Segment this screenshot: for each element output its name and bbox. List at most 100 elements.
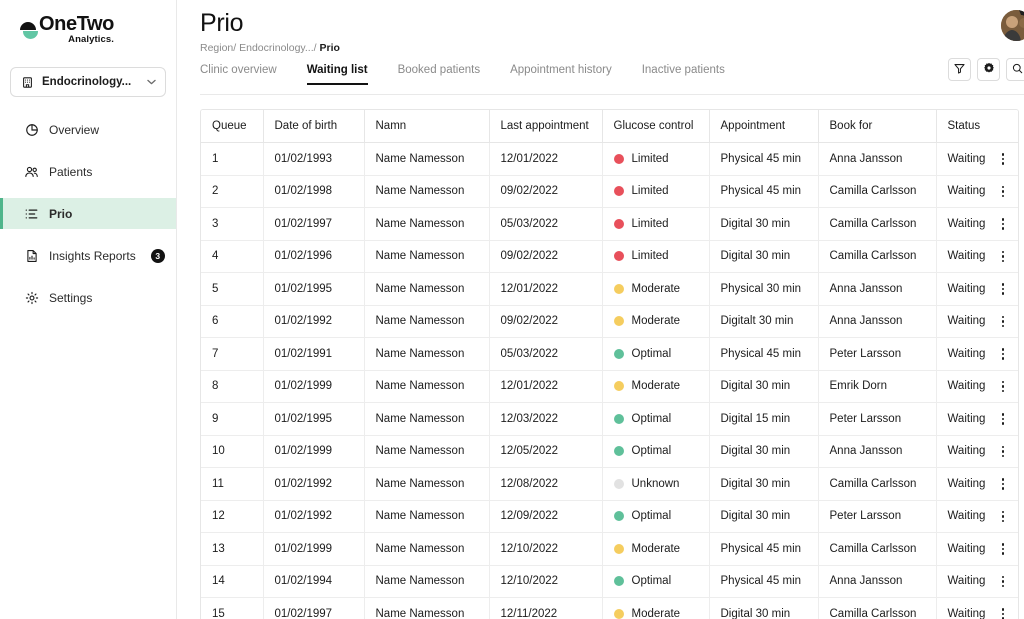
glucose-status-dot	[614, 446, 624, 456]
row-menu-icon[interactable]	[999, 217, 1008, 231]
status-badge: Waiting	[948, 185, 986, 197]
row-menu-icon[interactable]	[999, 380, 1008, 394]
cell-last-appointment: 12/01/2022	[489, 143, 602, 176]
column-header-book-for[interactable]: Book for	[818, 110, 936, 143]
cell-date-of-birth: 01/02/1993	[263, 143, 364, 176]
sidebar-item-prio[interactable]: Prio	[0, 198, 176, 229]
sidebar-item-insights-reports[interactable]: Insights Reports 3	[0, 240, 176, 271]
cell-namn: Name Namesson	[364, 598, 489, 619]
column-header-last-appointment[interactable]: Last appointment	[489, 110, 602, 143]
cell-appointment: Digital 30 min	[709, 598, 818, 619]
cell-status: Waiting	[936, 598, 1018, 619]
sidebar-nav: Overview Patients	[0, 114, 176, 313]
glucose-status-label: Unknown	[632, 478, 680, 490]
cell-glucose-control: Limited	[602, 240, 709, 273]
sidebar-item-settings[interactable]: Settings	[0, 282, 176, 313]
table-row[interactable]: 1501/02/1997Name Namesson12/11/2022Moder…	[201, 598, 1018, 619]
table-row[interactable]: 301/02/1997Name Namesson05/03/2022Limite…	[201, 208, 1018, 241]
table-row[interactable]: 701/02/1991Name Namesson05/03/2022Optima…	[201, 338, 1018, 371]
cell-last-appointment: 12/01/2022	[489, 370, 602, 403]
table-row[interactable]: 901/02/1995Name Namesson12/03/2022Optima…	[201, 403, 1018, 436]
sidebar-item-patients[interactable]: Patients	[0, 156, 176, 187]
tab-waiting-list[interactable]: Waiting list	[307, 61, 368, 85]
column-header-appointment[interactable]: Appointment	[709, 110, 818, 143]
table-row[interactable]: 1001/02/1999Name Namesson12/05/2022Optim…	[201, 435, 1018, 468]
column-header-namn[interactable]: Namn	[364, 110, 489, 143]
tab-clinic-overview[interactable]: Clinic overview	[200, 61, 277, 85]
cell-book-for: Anna Jansson	[818, 273, 936, 306]
row-menu-icon[interactable]	[999, 445, 1008, 459]
cell-last-appointment: 12/05/2022	[489, 435, 602, 468]
cell-book-for: Camilla Carlsson	[818, 175, 936, 208]
search-button[interactable]	[1006, 58, 1024, 81]
glucose-status-label: Moderate	[632, 380, 681, 392]
column-header-date-of-birth[interactable]: Date of birth	[263, 110, 364, 143]
cell-status: Waiting	[936, 500, 1018, 533]
table-row[interactable]: 101/02/1993Name Namesson12/01/2022Limite…	[201, 143, 1018, 176]
logo[interactable]: OneTwo Analytics.	[0, 0, 176, 56]
cell-queue: 3	[201, 208, 263, 241]
cell-status: Waiting	[936, 143, 1018, 176]
cell-appointment: Digital 15 min	[709, 403, 818, 436]
row-menu-icon[interactable]	[999, 282, 1008, 296]
cell-status: Waiting	[936, 435, 1018, 468]
cell-date-of-birth: 01/02/1998	[263, 175, 364, 208]
column-header-glucose-control[interactable]: Glucose control	[602, 110, 709, 143]
cell-namn: Name Namesson	[364, 240, 489, 273]
cell-appointment: Digital 30 min	[709, 500, 818, 533]
table-head: Queue Date of birth Namn Last appointmen…	[201, 110, 1018, 143]
table-row[interactable]: 1301/02/1999Name Namesson12/10/2022Moder…	[201, 533, 1018, 566]
table-row[interactable]: 601/02/1992Name Namesson09/02/2022Modera…	[201, 305, 1018, 338]
row-menu-icon[interactable]	[999, 477, 1008, 491]
table-row[interactable]: 1201/02/1992Name Namesson12/09/2022Optim…	[201, 500, 1018, 533]
cell-last-appointment: 12/11/2022	[489, 598, 602, 619]
cell-date-of-birth: 01/02/1997	[263, 208, 364, 241]
cell-appointment: Physical 45 min	[709, 533, 818, 566]
sidebar-item-overview[interactable]: Overview	[0, 114, 176, 145]
status-badge: Waiting	[948, 510, 986, 522]
tab-label: Clinic overview	[200, 64, 277, 76]
cell-date-of-birth: 01/02/1995	[263, 403, 364, 436]
row-menu-icon[interactable]	[999, 347, 1008, 361]
cell-glucose-control: Moderate	[602, 305, 709, 338]
table-row[interactable]: 801/02/1999Name Namesson12/01/2022Modera…	[201, 370, 1018, 403]
row-menu-icon[interactable]	[999, 542, 1008, 556]
tab-appointment-history[interactable]: Appointment history	[510, 61, 612, 85]
logo-mark-icon	[20, 19, 38, 47]
table-row[interactable]: 501/02/1995Name Namesson12/01/2022Modera…	[201, 273, 1018, 306]
cell-queue: 8	[201, 370, 263, 403]
glucose-status-dot	[614, 414, 624, 424]
row-menu-icon[interactable]	[999, 607, 1008, 619]
cell-status: Waiting	[936, 338, 1018, 371]
row-menu-icon[interactable]	[999, 510, 1008, 524]
row-menu-icon[interactable]	[999, 250, 1008, 264]
table-row[interactable]: 1401/02/1994Name Namesson12/10/2022Optim…	[201, 565, 1018, 598]
avatar[interactable]	[1001, 10, 1024, 41]
breadcrumb-region[interactable]: Region/	[200, 42, 236, 54]
cell-queue: 13	[201, 533, 263, 566]
tab-inactive-patients[interactable]: Inactive patients	[642, 61, 725, 85]
cell-status: Waiting	[936, 403, 1018, 436]
cell-namn: Name Namesson	[364, 500, 489, 533]
table-row[interactable]: 201/02/1998Name Namesson09/02/2022Limite…	[201, 175, 1018, 208]
status-badge: Waiting	[948, 218, 986, 230]
cell-namn: Name Namesson	[364, 403, 489, 436]
filter-button[interactable]	[948, 58, 971, 81]
table-row[interactable]: 1101/02/1992Name Namesson12/08/2022Unkno…	[201, 468, 1018, 501]
row-menu-icon[interactable]	[999, 412, 1008, 426]
cell-glucose-control: Limited	[602, 208, 709, 241]
filter-icon	[954, 62, 965, 77]
breadcrumb-clinic[interactable]: Endocrinology.../	[239, 42, 316, 54]
tab-booked-patients[interactable]: Booked patients	[398, 61, 480, 85]
column-header-queue[interactable]: Queue	[201, 110, 263, 143]
settings-button[interactable]	[977, 58, 1000, 81]
row-menu-icon[interactable]	[999, 315, 1008, 329]
row-menu-icon[interactable]	[999, 575, 1008, 589]
row-menu-icon[interactable]	[999, 152, 1008, 166]
row-menu-icon[interactable]	[999, 185, 1008, 199]
table-row[interactable]: 401/02/1996Name Namesson09/02/2022Limite…	[201, 240, 1018, 273]
column-header-status[interactable]: Status	[936, 110, 1018, 143]
cell-date-of-birth: 01/02/1994	[263, 565, 364, 598]
clinic-selector[interactable]: Endocrinology...	[10, 67, 166, 97]
cell-queue: 11	[201, 468, 263, 501]
